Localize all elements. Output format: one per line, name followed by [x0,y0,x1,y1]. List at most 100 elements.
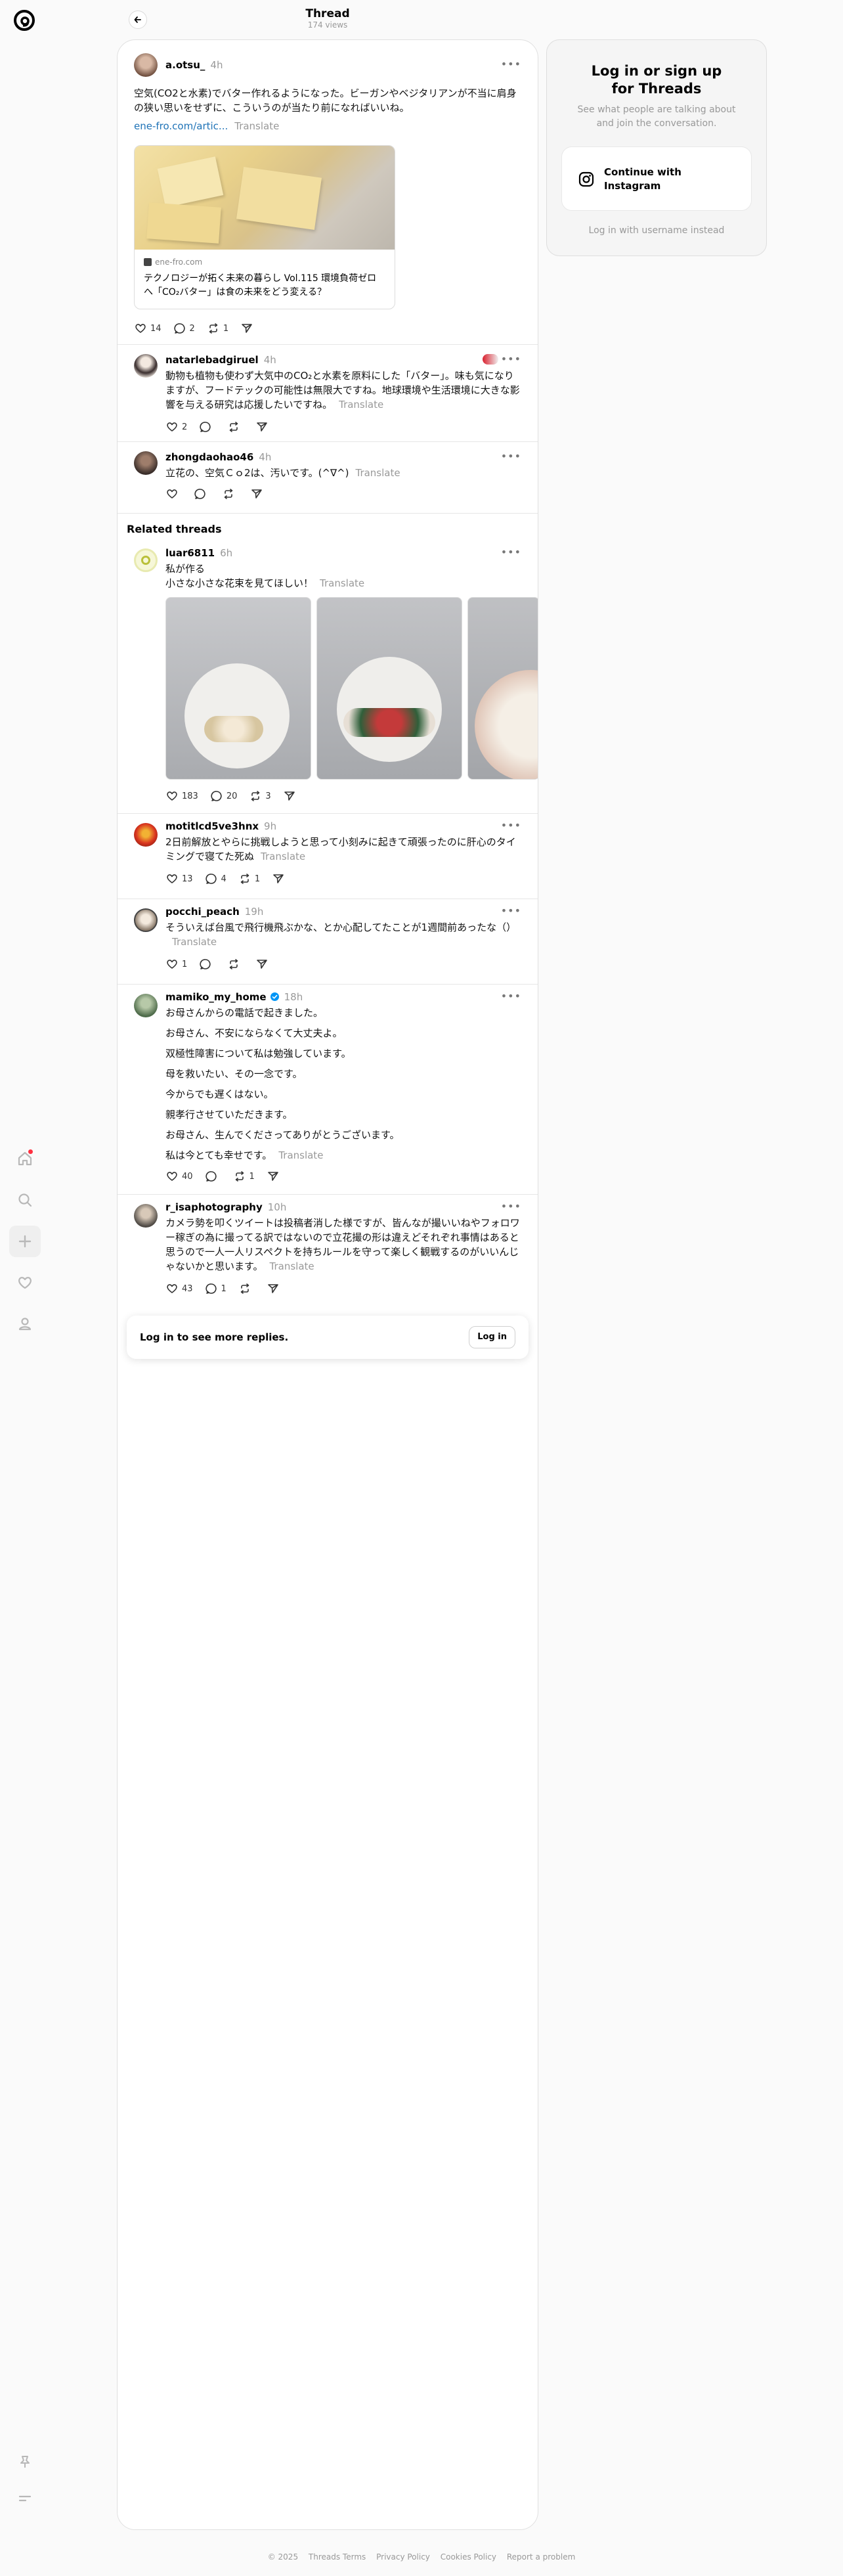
reply-thumbnail[interactable] [483,354,498,365]
translate-link[interactable]: Translate [339,399,383,411]
like-button[interactable]: 14 [134,322,162,335]
reply-button[interactable] [199,958,215,971]
reply-button[interactable]: 20 [210,789,237,803]
share-button[interactable] [267,1282,283,1295]
reply-button[interactable]: 2 [173,322,195,335]
reply-button[interactable] [194,487,210,500]
post-author[interactable]: pocchi_peach 19h [165,906,263,918]
username[interactable]: mamiko_my_home [165,991,267,1003]
more-options-button[interactable]: ••• [501,58,521,70]
more-options-button[interactable]: ••• [501,990,521,1002]
translate-link[interactable]: Translate [270,1260,314,1272]
share-button[interactable] [255,420,272,433]
translate-link[interactable]: Translate [172,936,217,948]
threads-logo-icon[interactable] [12,8,37,33]
send-icon [257,960,268,969]
reply-button[interactable] [205,1170,221,1183]
post-text: 空気(CO2と水素)でバター作れるようになった。ビーガンやベジタリアンが不当に肩… [134,87,517,114]
reply-button[interactable]: 4 [205,872,227,885]
related-threads-heading: Related threads [127,523,222,535]
post-author[interactable]: natarlebadgiruel 4h [165,354,276,366]
post-author[interactable]: mamiko_my_home 18h [165,991,303,1003]
like-button[interactable] [165,487,182,500]
translate-link[interactable]: Translate [320,577,364,589]
username[interactable]: r_isaphotography [165,1201,263,1213]
username[interactable]: pocchi_peach [165,906,240,918]
create-icon[interactable] [9,1226,41,1257]
continue-instagram-button[interactable]: Continue with Instagram [561,146,752,211]
avatar[interactable] [134,823,158,847]
post-author[interactable]: motitlcd5ve3hnx 9h [165,820,276,832]
share-button[interactable] [255,958,272,971]
like-button[interactable]: 2 [165,420,187,433]
share-button[interactable] [240,322,257,335]
post-body: カメラ勢を叩くツイートは投稿者消した様ですが、皆んなが撮いいねやフォロワー稼ぎの… [165,1217,520,1272]
footer-cookies-link[interactable]: Cookies Policy [441,2552,496,2562]
gallery-image[interactable] [165,597,311,780]
repost-button[interactable] [238,1282,255,1295]
more-options-button[interactable]: ••• [501,353,521,365]
post-link[interactable]: ene-fro.com/artic... [134,120,228,132]
avatar[interactable] [134,354,158,378]
login-panel: Log in or sign up for Threads See what p… [546,39,767,256]
repost-button[interactable]: 1 [207,322,228,335]
post-author[interactable]: a.otsu_ 4h [165,59,223,71]
home-icon[interactable] [9,1143,41,1174]
username[interactable]: a.otsu_ [165,59,205,71]
post-author[interactable]: luar6811 6h [165,547,232,559]
menu-icon[interactable] [9,2483,41,2514]
more-options-button[interactable]: ••• [501,1200,521,1212]
like-button[interactable]: 13 [165,872,193,885]
like-button[interactable]: 183 [165,789,198,803]
more-options-button[interactable]: ••• [501,450,521,462]
gallery-image[interactable] [316,597,462,780]
repost-button[interactable]: 1 [238,872,260,885]
translate-link[interactable]: Translate [355,467,400,479]
repost-button[interactable] [222,487,238,500]
like-button[interactable]: 1 [165,958,187,971]
translate-link[interactable]: Translate [234,120,279,132]
share-button[interactable] [283,789,299,803]
link-preview-card[interactable]: ene-fro.com テクノロジーが拓く未来の暮らし Vol.115 環境負荷… [134,145,395,309]
username[interactable]: natarlebadgiruel [165,354,259,366]
repost-button[interactable]: 3 [249,789,271,803]
avatar[interactable] [134,1204,158,1228]
username[interactable]: luar6811 [165,547,215,559]
post-author[interactable]: zhongdaohao46 4h [165,451,271,463]
more-options-button[interactable]: ••• [501,904,521,917]
repost-button[interactable]: 1 [233,1170,255,1183]
search-icon[interactable] [9,1184,41,1216]
footer-privacy-link[interactable]: Privacy Policy [376,2552,430,2562]
translate-link[interactable]: Translate [278,1149,323,1161]
avatar[interactable] [134,548,158,572]
post-author[interactable]: r_isaphotography 10h [165,1201,286,1213]
footer-report-link[interactable]: Report a problem [507,2552,575,2562]
login-button[interactable]: Log in [469,1326,515,1348]
username[interactable]: zhongdaohao46 [165,451,253,463]
like-button[interactable]: 40 [165,1170,193,1183]
footer-terms-link[interactable]: Threads Terms [309,2552,366,2562]
avatar[interactable] [134,451,158,475]
profile-icon[interactable] [9,1308,41,1340]
share-button[interactable] [272,872,288,885]
login-username-link[interactable]: Log in with username instead [547,225,766,236]
avatar[interactable] [134,908,158,932]
avatar[interactable] [134,53,158,77]
comment-icon [194,489,205,499]
share-button[interactable] [250,487,267,500]
pin-icon[interactable] [9,2446,41,2477]
repost-button[interactable] [227,420,244,433]
reply-button[interactable]: 1 [205,1282,227,1295]
gallery-image[interactable] [467,597,538,780]
translate-link[interactable]: Translate [261,851,305,862]
post-actions: 40 1 [165,1169,295,1184]
more-options-button[interactable]: ••• [501,546,521,558]
activity-heart-icon[interactable] [9,1267,41,1299]
repost-button[interactable] [227,958,244,971]
more-options-button[interactable]: ••• [501,819,521,832]
reply-button[interactable] [199,420,215,433]
share-button[interactable] [267,1170,283,1183]
like-button[interactable]: 43 [165,1282,193,1295]
username[interactable]: motitlcd5ve3hnx [165,820,259,832]
avatar[interactable] [134,994,158,1017]
